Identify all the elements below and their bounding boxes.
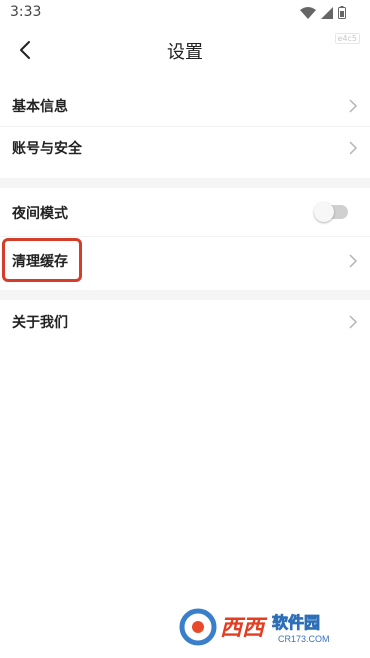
divider xyxy=(0,236,370,237)
chevron-right-icon xyxy=(349,254,358,268)
chevron-right-icon xyxy=(349,141,358,155)
settings-item-label: 基本信息 xyxy=(12,99,68,115)
wifi-icon xyxy=(300,6,316,19)
signal-icon xyxy=(321,6,333,19)
svg-text:西西: 西西 xyxy=(220,615,268,640)
page-title: 设置 xyxy=(167,42,203,63)
chevron-right-icon xyxy=(349,99,358,113)
battery-icon xyxy=(338,6,346,19)
status-bar: 3:33 xyxy=(0,0,370,26)
header: 设置 e4c5 xyxy=(0,26,370,76)
settings-item-label: 账号与安全 xyxy=(12,141,82,157)
status-time: 3:33 xyxy=(10,4,42,20)
watermark-logo: 西西 软件园 CR173.COM xyxy=(178,606,350,648)
svg-text:CR173.COM: CR173.COM xyxy=(278,634,330,644)
watermark-graphic: 西西 软件园 CR173.COM xyxy=(179,608,330,646)
section-gap xyxy=(0,290,370,300)
corner-badge: e4c5 xyxy=(334,33,360,44)
settings-item-about-us[interactable]: 关于我们 xyxy=(0,301,370,343)
svg-text:软件园: 软件园 xyxy=(272,613,320,632)
status-icons xyxy=(300,6,346,19)
settings-item-night-mode: 夜间模式 xyxy=(0,192,370,234)
settings-item-basic-info[interactable]: 基本信息 xyxy=(0,85,370,127)
night-mode-toggle[interactable] xyxy=(314,202,348,222)
chevron-right-icon xyxy=(349,315,358,329)
highlight-annotation xyxy=(2,238,82,282)
settings-item-label: 夜间模式 xyxy=(12,206,68,222)
toggle-knob xyxy=(314,202,334,222)
section-gap xyxy=(0,178,370,188)
settings-item-label: 关于我们 xyxy=(12,315,68,331)
settings-item-account-security[interactable]: 账号与安全 xyxy=(0,127,370,169)
